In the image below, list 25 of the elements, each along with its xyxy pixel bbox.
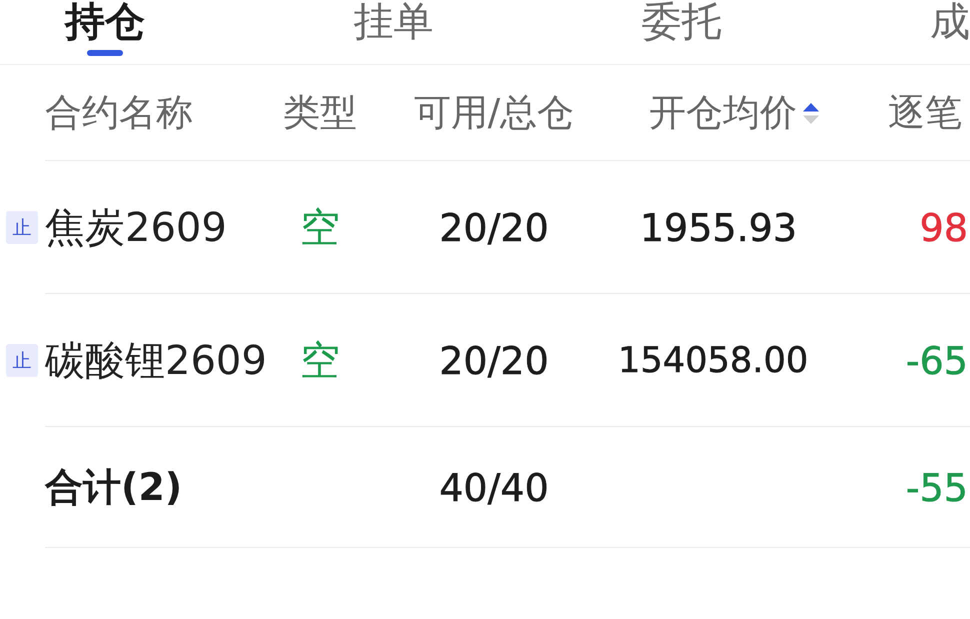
sort-icon[interactable] bbox=[803, 102, 819, 124]
contract-name: 焦炭2609 bbox=[45, 205, 227, 251]
tab[interactable]: 持仓 bbox=[65, 0, 145, 56]
average-open-price: 1955.93 bbox=[640, 206, 797, 250]
total-label: 合计(2) bbox=[45, 465, 182, 509]
stop-tag: 止 bbox=[6, 211, 38, 244]
pnl-value: -65 bbox=[906, 338, 968, 382]
column-header: 合约名称 bbox=[45, 90, 193, 136]
position-quantity: 20/20 bbox=[439, 206, 549, 250]
total-quantity: 40/40 bbox=[439, 466, 549, 510]
average-open-price: 154058.00 bbox=[618, 340, 808, 381]
pnl-value: 98 bbox=[920, 206, 968, 250]
column-header: 类型 bbox=[283, 90, 357, 136]
column-header: 可用/总仓 bbox=[414, 90, 574, 136]
position-quantity: 20/20 bbox=[439, 338, 549, 382]
contract-name: 碳酸锂2609 bbox=[45, 338, 267, 384]
tab[interactable]: 挂单 bbox=[353, 0, 434, 56]
stop-tag: 止 bbox=[6, 344, 38, 377]
tab[interactable]: 委托 bbox=[642, 0, 722, 56]
position-type: 空 bbox=[300, 338, 340, 384]
position-type: 空 bbox=[300, 205, 340, 251]
column-header: 逐笔 bbox=[888, 90, 962, 136]
total-pnl-value: -55 bbox=[906, 466, 968, 510]
column-header[interactable]: 开仓均价 bbox=[649, 88, 797, 138]
tab[interactable]: 成 bbox=[930, 0, 970, 56]
